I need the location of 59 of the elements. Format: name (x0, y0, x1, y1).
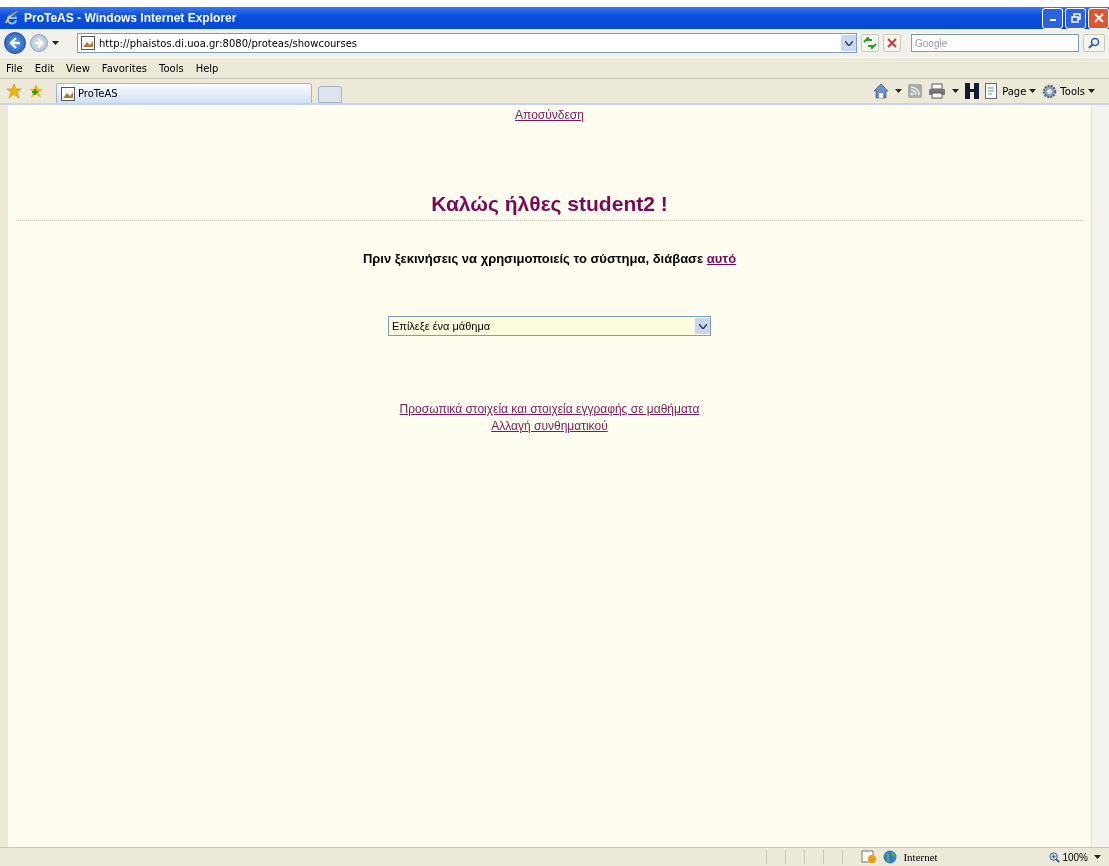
refresh-icon (863, 37, 877, 49)
gear-icon (1042, 83, 1058, 99)
tools-menu-button[interactable]: Tools (1042, 83, 1095, 99)
page-link[interactable]: Αλλαγή συνθηματικού (491, 419, 608, 433)
minimize-button[interactable] (1042, 7, 1063, 29)
back-arrow-icon (8, 36, 22, 50)
address-dropdown-button[interactable] (841, 35, 856, 51)
globe-icon (883, 850, 898, 864)
menu-item[interactable]: Favorites (97, 62, 151, 74)
zoom-level-button[interactable]: 100% (1049, 851, 1088, 863)
address-field[interactable]: http://phaistos.di.uoa.gr:8080/proteas/showcourses (77, 33, 857, 53)
refresh-button[interactable] (861, 34, 879, 52)
dropdown-arrow-icon[interactable] (895, 89, 903, 93)
chevron-down-icon (698, 323, 707, 329)
course-select[interactable]: Επίλεξε ένα μάθημα (388, 316, 711, 336)
restore-icon (1070, 13, 1081, 23)
stop-icon (887, 38, 897, 48)
history-dropdown-icon[interactable] (52, 41, 59, 45)
window-title: ProTeAS - Windows Internet Explorer (24, 11, 238, 25)
select-arrow-button[interactable] (695, 318, 710, 334)
add-favorite-icon[interactable] (28, 83, 44, 99)
menu-item[interactable]: View (62, 62, 94, 74)
security-zone-label: Internet (903, 851, 939, 863)
page-menu-button[interactable]: Page (985, 83, 1037, 99)
search-button[interactable] (1083, 34, 1105, 52)
search-icon (1088, 37, 1100, 49)
restore-button[interactable] (1065, 7, 1086, 29)
close-icon (1093, 13, 1104, 23)
browser-logo-icon (4, 10, 20, 26)
zoom-icon (1049, 851, 1061, 863)
forward-arrow-icon (33, 37, 45, 49)
menu-item[interactable]: Help (191, 62, 223, 74)
caret-icon (1029, 89, 1037, 93)
vertical-scrollbar[interactable] (1091, 105, 1109, 847)
back-button[interactable] (4, 32, 26, 54)
notice-link[interactable]: αυτό (706, 251, 737, 266)
favorites-star-icon[interactable] (6, 83, 22, 99)
page-icon (81, 36, 95, 50)
security-warning-icon (861, 850, 878, 864)
chevron-down-icon (844, 40, 853, 46)
browser-tab[interactable]: ProTeAS (56, 83, 312, 103)
search-field[interactable]: Google (911, 34, 1079, 52)
home-icon[interactable] (873, 83, 890, 99)
caret-icon (1088, 89, 1095, 93)
dropdown-arrow-icon[interactable] (1094, 855, 1101, 859)
page-link[interactable]: Προσωπικά στοιχεία και στοιχεία εγγραφής σε μαθήματα (399, 402, 700, 416)
notice-text: Πριν ξεκινήσεις να χρησιμοποιείς το σύστημα, διάβασε αυτό (362, 251, 737, 266)
menu-item[interactable]: Tools (155, 62, 188, 74)
stop-button[interactable] (883, 34, 901, 52)
close-button[interactable] (1088, 7, 1109, 29)
h-letter-icon[interactable] (965, 83, 980, 99)
dropdown-arrow-icon[interactable] (952, 89, 960, 93)
page-icon (61, 86, 75, 101)
welcome-heading: Καλώς ήλθες student2 ! (431, 192, 668, 216)
document-icon (985, 83, 1000, 99)
printer-icon[interactable] (928, 83, 947, 99)
menu-item[interactable]: Edit (30, 62, 59, 74)
menu-item[interactable]: File (2, 62, 27, 74)
logout-link[interactable]: Αποσύνδεση (515, 108, 584, 122)
